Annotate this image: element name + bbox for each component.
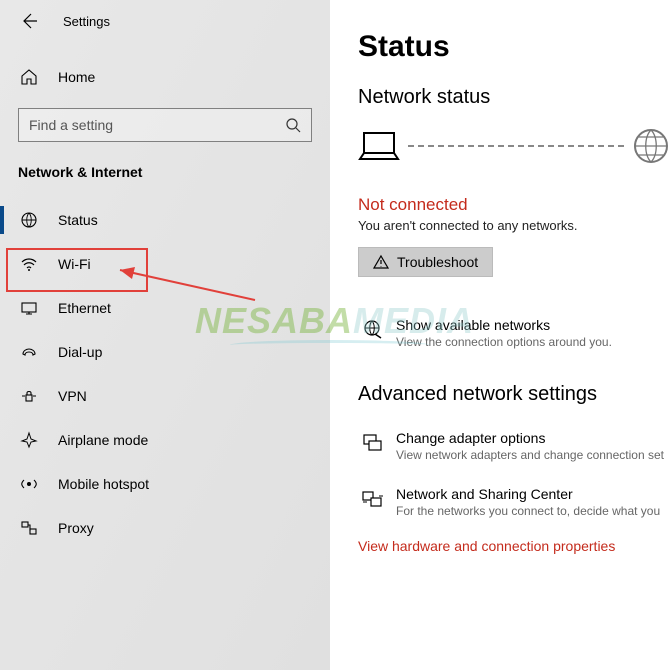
network-diagram bbox=[358, 127, 670, 165]
app-title: Settings bbox=[63, 14, 110, 29]
sidebar-item-label: Proxy bbox=[58, 520, 94, 536]
sidebar-item-label: Airplane mode bbox=[58, 432, 148, 448]
sidebar-item-label: VPN bbox=[58, 388, 87, 404]
sidebar-item-vpn[interactable]: VPN bbox=[0, 374, 330, 418]
search-icon bbox=[285, 117, 301, 133]
sidebar: Settings Home Network & Internet Status … bbox=[0, 0, 330, 670]
status-icon bbox=[20, 211, 38, 229]
home-icon bbox=[20, 68, 38, 86]
nav-list: Status Wi-Fi Ethernet Dial-up VPN bbox=[0, 198, 330, 550]
wifi-icon bbox=[20, 255, 38, 273]
show-available-networks[interactable]: Show available networks View the connect… bbox=[358, 317, 670, 349]
network-status-heading: Network status bbox=[358, 86, 670, 109]
main-content: Status Network status Not connected You … bbox=[330, 0, 670, 670]
sidebar-item-wifi[interactable]: Wi-Fi bbox=[0, 242, 330, 286]
sidebar-item-hotspot[interactable]: Mobile hotspot bbox=[0, 462, 330, 506]
hotspot-icon bbox=[20, 475, 38, 493]
sidebar-item-label: Mobile hotspot bbox=[58, 476, 149, 492]
troubleshoot-button[interactable]: Troubleshoot bbox=[358, 247, 493, 277]
computer-icon bbox=[358, 129, 400, 163]
vpn-icon bbox=[20, 387, 38, 405]
not-connected-title: Not connected bbox=[358, 195, 670, 215]
troubleshoot-label: Troubleshoot bbox=[397, 254, 478, 270]
sidebar-item-dialup[interactable]: Dial-up bbox=[0, 330, 330, 374]
window-header: Settings bbox=[0, 0, 330, 40]
sidebar-item-ethernet[interactable]: Ethernet bbox=[0, 286, 330, 330]
not-connected-sub: You aren't connected to any networks. bbox=[358, 218, 670, 233]
airplane-icon bbox=[20, 431, 38, 449]
dialup-icon bbox=[20, 343, 38, 361]
search-box[interactable] bbox=[18, 108, 312, 142]
sharing-icon bbox=[361, 488, 383, 518]
networks-icon bbox=[361, 319, 383, 349]
sidebar-item-airplane[interactable]: Airplane mode bbox=[0, 418, 330, 462]
option-title: Network and Sharing Center bbox=[396, 486, 660, 502]
ethernet-icon bbox=[20, 299, 38, 317]
option-title: Change adapter options bbox=[396, 430, 664, 446]
warning-icon bbox=[373, 254, 389, 270]
sidebar-item-label: Wi-Fi bbox=[58, 256, 91, 272]
option-sub: View network adapters and change connect… bbox=[396, 448, 664, 462]
option-title: Show available networks bbox=[396, 317, 612, 333]
search-input[interactable] bbox=[29, 117, 249, 133]
option-sub: View the connection options around you. bbox=[396, 335, 612, 349]
sidebar-item-home[interactable]: Home bbox=[0, 58, 330, 96]
sidebar-item-proxy[interactable]: Proxy bbox=[0, 506, 330, 550]
hardware-properties-link[interactable]: View hardware and connection properties bbox=[358, 538, 670, 554]
home-label: Home bbox=[58, 69, 95, 85]
network-sharing-center[interactable]: Network and Sharing Center For the netwo… bbox=[358, 486, 670, 518]
proxy-icon bbox=[20, 519, 38, 537]
page-title: Status bbox=[358, 30, 670, 64]
sidebar-item-label: Status bbox=[58, 212, 98, 228]
back-icon[interactable] bbox=[20, 12, 38, 30]
connection-dashes bbox=[408, 145, 624, 147]
sidebar-item-status[interactable]: Status bbox=[0, 198, 330, 242]
option-sub: For the networks you connect to, decide … bbox=[396, 504, 660, 518]
adapter-icon bbox=[361, 432, 383, 462]
globe-icon bbox=[632, 127, 670, 165]
sidebar-item-label: Ethernet bbox=[58, 300, 111, 316]
change-adapter-options[interactable]: Change adapter options View network adap… bbox=[358, 430, 670, 462]
category-heading: Network & Internet bbox=[0, 164, 330, 180]
advanced-heading: Advanced network settings bbox=[358, 383, 670, 406]
sidebar-item-label: Dial-up bbox=[58, 344, 102, 360]
